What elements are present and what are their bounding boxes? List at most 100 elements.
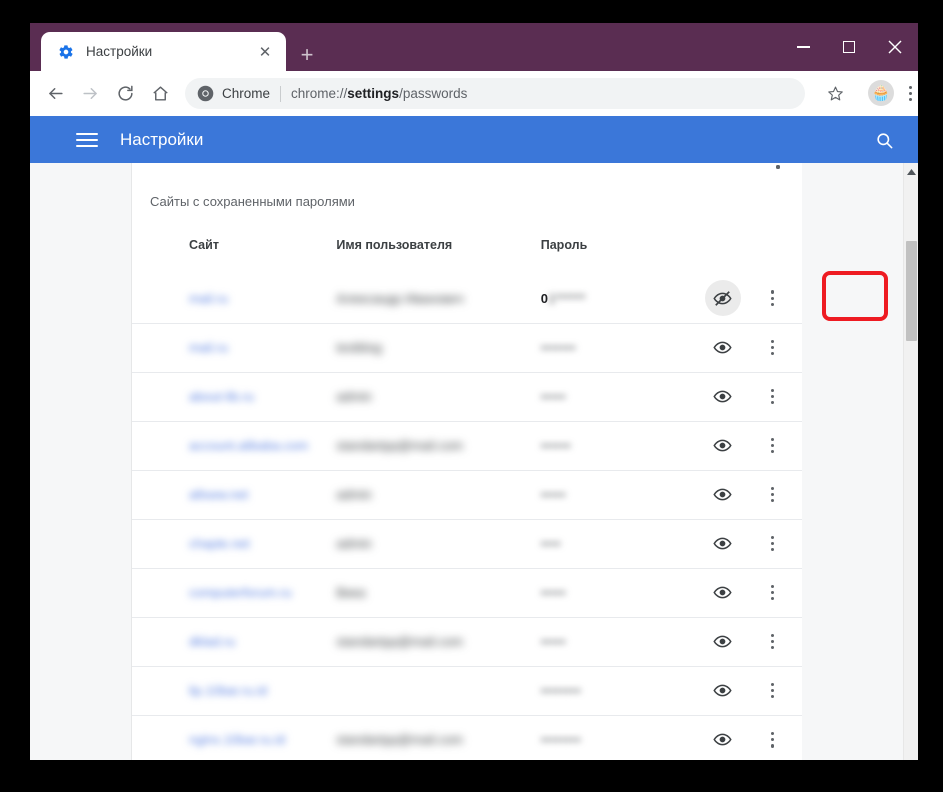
- cell-actions[interactable]: [765, 715, 802, 760]
- more-vert-icon[interactable]: [765, 438, 781, 454]
- more-vert-icon[interactable]: [765, 683, 781, 699]
- more-vert-icon[interactable]: [765, 340, 781, 356]
- table-row[interactable]: allsww.net admin •••••: [132, 470, 802, 519]
- cell-actions[interactable]: [765, 421, 802, 470]
- maximize-button[interactable]: [826, 23, 872, 71]
- cell-site[interactable]: account.alibaba.com: [132, 421, 336, 470]
- eye-icon[interactable]: [705, 428, 741, 464]
- more-vert-icon[interactable]: [765, 634, 781, 650]
- back-icon[interactable]: [40, 78, 71, 109]
- cell-site[interactable]: computerforum.ru: [132, 568, 336, 617]
- table-row[interactable]: mail.ru testblog •••••••: [132, 323, 802, 372]
- site-link[interactable]: computerforum.ru: [189, 585, 292, 600]
- eye-icon[interactable]: [705, 477, 741, 513]
- cell-actions[interactable]: [765, 617, 802, 666]
- cell-reveal[interactable]: [705, 568, 765, 617]
- address-bar[interactable]: Chrome chrome://settings/passwords: [185, 78, 805, 109]
- table-row[interactable]: chapte.netadmin••••: [132, 519, 802, 568]
- site-link[interactable]: account.alibaba.com: [189, 438, 308, 453]
- site-link[interactable]: mail.ru: [189, 340, 228, 355]
- cell-actions[interactable]: [765, 470, 802, 519]
- browser-tab[interactable]: Настройки ✕: [41, 32, 286, 71]
- cell-password: •••••••: [541, 323, 705, 372]
- cell-site[interactable]: mail.ru: [132, 274, 336, 323]
- bookmark-star-icon[interactable]: [820, 78, 850, 108]
- scrollbar-thumb[interactable]: [906, 241, 917, 341]
- avatar[interactable]: 🧁: [868, 80, 894, 106]
- eye-icon[interactable]: [705, 526, 741, 562]
- cell-reveal[interactable]: [705, 617, 765, 666]
- cell-actions[interactable]: [765, 274, 802, 323]
- eye-icon[interactable]: [705, 722, 741, 758]
- reload-icon[interactable]: [110, 78, 141, 109]
- cell-site[interactable]: allsww.net: [132, 470, 336, 519]
- table-row[interactable]: lip.10bar.ru.id••••••••: [132, 666, 802, 715]
- cell-site[interactable]: nginx.10bar.ru.id: [132, 715, 336, 760]
- username-value: testblog: [336, 340, 382, 355]
- more-vert-icon[interactable]: [765, 536, 781, 552]
- site-link[interactable]: chapte.net: [189, 536, 250, 551]
- eye-icon[interactable]: [705, 575, 741, 611]
- close-window-button[interactable]: [872, 23, 918, 71]
- cell-reveal[interactable]: [705, 372, 765, 421]
- site-link[interactable]: nginx.10bar.ru.id: [189, 732, 285, 747]
- cell-site[interactable]: lip.10bar.ru.id: [132, 666, 336, 715]
- cell-site[interactable]: about-lib.ru: [132, 372, 336, 421]
- cell-reveal[interactable]: [705, 666, 765, 715]
- home-icon[interactable]: [145, 78, 176, 109]
- section-overflow-icon[interactable]: [770, 163, 786, 169]
- site-link[interactable]: dklad.ru: [189, 634, 235, 649]
- hamburger-icon[interactable]: [76, 133, 98, 147]
- more-vert-icon[interactable]: [765, 290, 781, 306]
- search-icon[interactable]: [872, 128, 896, 152]
- more-vert-icon[interactable]: [765, 732, 781, 748]
- table-row[interactable]: account.alibaba.comstandartpp@mail.com••…: [132, 421, 802, 470]
- password-value: •••••••: [541, 340, 576, 355]
- site-link[interactable]: about-lib.ru: [189, 389, 254, 404]
- cell-actions[interactable]: [765, 666, 802, 715]
- cell-reveal[interactable]: [705, 421, 765, 470]
- eye-icon[interactable]: [705, 673, 741, 709]
- table-row[interactable]: about-lib.ruadmin•••••: [132, 372, 802, 421]
- table-row[interactable]: mail.ruАлександр Иванович01******: [132, 274, 802, 323]
- cell-site[interactable]: mail.ru: [132, 323, 336, 372]
- table-row[interactable]: dklad.rustandartpp@mail.com•••••: [132, 617, 802, 666]
- cell-site[interactable]: chapte.net: [132, 519, 336, 568]
- vertical-scrollbar[interactable]: [903, 163, 918, 760]
- cell-reveal[interactable]: [705, 274, 765, 323]
- browser-menu-icon[interactable]: [902, 78, 918, 109]
- cell-reveal[interactable]: [705, 519, 765, 568]
- cell-actions[interactable]: [765, 519, 802, 568]
- site-link[interactable]: mail.ru: [189, 291, 228, 306]
- table-row[interactable]: computerforum.ruВика•••••: [132, 568, 802, 617]
- password-value: •••••: [541, 487, 566, 502]
- new-tab-button[interactable]: +: [292, 40, 322, 70]
- cell-actions[interactable]: [765, 568, 802, 617]
- more-vert-icon[interactable]: [765, 389, 781, 405]
- url-bold: settings: [347, 86, 399, 101]
- eye-icon[interactable]: [705, 624, 741, 660]
- site-link[interactable]: lip.10bar.ru.id: [189, 683, 267, 698]
- username-value: admin: [336, 487, 371, 502]
- cell-username: admin: [336, 372, 540, 421]
- eye-icon[interactable]: [705, 330, 741, 366]
- more-vert-icon[interactable]: [765, 487, 781, 503]
- cell-actions[interactable]: [765, 323, 802, 372]
- eye-off-icon[interactable]: [705, 280, 741, 316]
- table-row[interactable]: nginx.10bar.ru.idstandartpp@mail.com••••…: [132, 715, 802, 760]
- eye-icon[interactable]: [705, 379, 741, 415]
- cell-reveal[interactable]: [705, 715, 765, 760]
- table-body: mail.ruАлександр Иванович01******mail.ru…: [132, 274, 802, 760]
- cell-reveal[interactable]: [705, 323, 765, 372]
- site-link[interactable]: allsww.net: [189, 487, 248, 502]
- cell-site[interactable]: dklad.ru: [132, 617, 336, 666]
- close-tab-icon[interactable]: ✕: [252, 39, 278, 65]
- forward-icon[interactable]: [75, 78, 106, 109]
- scroll-up-icon[interactable]: [904, 165, 918, 179]
- cell-actions[interactable]: [765, 372, 802, 421]
- url-suffix: /passwords: [399, 86, 467, 101]
- minimize-button[interactable]: [780, 23, 826, 71]
- more-vert-icon[interactable]: [765, 585, 781, 601]
- cell-reveal[interactable]: [705, 470, 765, 519]
- url-text: chrome://settings/passwords: [291, 86, 467, 101]
